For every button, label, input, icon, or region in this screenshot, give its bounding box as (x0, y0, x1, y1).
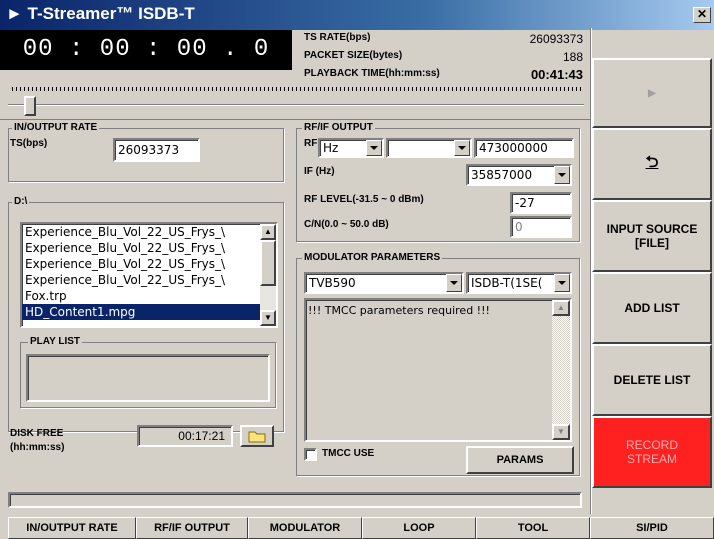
tmcc-scrollbar[interactable] (552, 300, 570, 440)
scroll-up-icon[interactable]: ▲ (260, 224, 276, 240)
list-item[interactable]: Experience_Blu_Vol_22_US_Frys_\ (22, 272, 276, 288)
modulator-title: MODULATOR PARAMETERS (302, 252, 443, 263)
rf-unit-value: Hz (323, 141, 339, 155)
rf-unit-select[interactable]: Hz (318, 138, 384, 158)
slider-track[interactable] (8, 104, 584, 106)
device-select[interactable]: TVB590 (304, 272, 464, 294)
tmcc-text-area[interactable]: !!! TMCC parameters required !!! (304, 298, 572, 442)
cn-label: C/N(0.0 ~ 50.0 dB) (304, 219, 389, 230)
slider-ticks (12, 87, 584, 91)
tab-rf-output[interactable]: RF/IF OUTPUT (136, 517, 248, 539)
scroll-down-icon[interactable]: ▼ (552, 424, 570, 440)
tab-tool[interactable]: TOOL (476, 517, 590, 539)
playlist-box[interactable] (26, 354, 270, 402)
io-rate-title: IN/OUTPUT RATE (12, 122, 100, 133)
scroll-down-icon[interactable]: ▼ (260, 310, 276, 326)
playlist-title: PLAY LIST (28, 336, 83, 347)
rf-label: RF (304, 138, 318, 149)
folder-icon (248, 431, 266, 443)
playback-time-value: 00:41:43 (530, 67, 583, 82)
list-item-selected[interactable]: HD_Content1.mpg (22, 304, 276, 320)
scroll-up-icon[interactable]: ▲ (552, 300, 570, 316)
play-button[interactable]: ▶ (592, 58, 712, 128)
scroll-thumb[interactable] (260, 240, 276, 286)
rf-channel-select[interactable] (386, 138, 472, 158)
tmcc-use-checkbox[interactable] (304, 448, 317, 461)
disk-free-value: 00:17:21 (137, 425, 233, 447)
disk-free-label: DISK FREE (10, 428, 64, 439)
rf-level-label: RF LEVEL(-31.5 ~ 0 dBm) (304, 194, 424, 205)
playback-time-label: PLAYBACK TIME(hh:mm:ss) (304, 68, 440, 79)
chevron-down-icon[interactable] (446, 274, 462, 292)
if-label: IF (Hz) (304, 166, 335, 177)
chevron-down-icon[interactable] (366, 140, 382, 156)
file-list[interactable]: Experience_Blu_Vol_22_US_Frys_\ Experien… (20, 222, 278, 328)
ts-bps-label: TS(bps) (10, 138, 48, 149)
device-value: TVB590 (309, 276, 356, 290)
divider (0, 119, 592, 120)
slider-thumb[interactable] (24, 96, 36, 116)
packet-size-label: PACKET SIZE(bytes) (304, 50, 403, 61)
ts-rate-value: 26093373 (529, 32, 583, 46)
ts-bps-input[interactable]: 26093373 (113, 138, 200, 162)
tab-loop[interactable]: LOOP (362, 517, 476, 539)
ts-rate-label: TS RATE(bps) (304, 32, 371, 43)
list-item[interactable]: Experience_Blu_Vol_22_US_Frys_\ (22, 256, 276, 272)
tab-modulator[interactable]: MODULATOR (248, 517, 362, 539)
record-stream-button[interactable]: RECORD STREAM (592, 416, 712, 488)
chevron-down-icon[interactable] (454, 140, 470, 156)
back-arrow-icon: ⮌ (645, 153, 659, 171)
rf-output-title: RF/IF OUTPUT (302, 122, 375, 133)
if-value: 35857000 (471, 168, 533, 182)
packet-size-value: 188 (562, 50, 583, 64)
add-list-button[interactable]: ADD LIST (592, 272, 712, 344)
params-button[interactable]: PARAMS (466, 446, 574, 474)
drive-label: D:\ (12, 196, 30, 207)
back-button[interactable]: ⮌ (592, 128, 712, 200)
if-select[interactable]: 35857000 (466, 164, 572, 186)
list-item[interactable]: Fox.trp (22, 288, 276, 304)
rf-level-input[interactable]: -27 (510, 192, 572, 214)
folder-button[interactable] (240, 425, 274, 447)
chevron-down-icon[interactable] (554, 166, 570, 184)
tab-io-rate[interactable]: IN/OUTPUT RATE (8, 517, 136, 539)
tmcc-use-label: TMCC USE (322, 448, 375, 459)
list-item[interactable]: Experience_Blu_Vol_22_US_Frys_\ (22, 240, 276, 256)
close-button[interactable]: ✕ (693, 7, 711, 23)
list-item[interactable]: Experience_Blu_Vol_22_US_Frys_\ (22, 224, 276, 240)
input-source-button[interactable]: INPUT SOURCE [FILE] (592, 200, 712, 272)
status-bar (8, 492, 582, 508)
rf-frequency-input[interactable]: 473000000 (474, 138, 574, 158)
disk-free-unit: (hh:mm:ss) (10, 442, 65, 453)
mode-value: ISDB-T(1SE( (471, 276, 543, 290)
mode-select[interactable]: ISDB-T(1SE( (466, 272, 572, 294)
cn-input[interactable]: 0 (510, 216, 572, 238)
tab-si-pid[interactable]: SI/PID (590, 517, 714, 539)
delete-list-button[interactable]: DELETE LIST (592, 344, 712, 416)
play-icon: ▶ (648, 87, 656, 99)
tmcc-message: !!! TMCC parameters required !!! (308, 304, 490, 317)
chevron-down-icon[interactable] (554, 274, 570, 292)
playback-timer: 00 : 00 : 00 . 0 (0, 30, 292, 70)
window-title: ► T-Streamer™ ISDB-T (6, 4, 195, 23)
